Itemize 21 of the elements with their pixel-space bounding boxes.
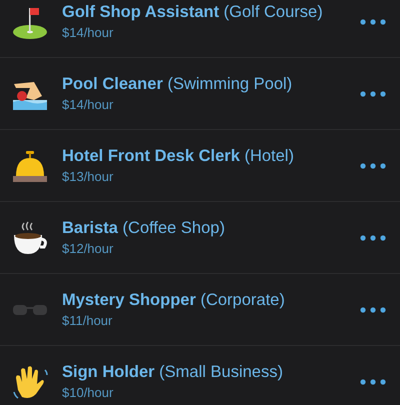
ellipsis-icon [360,162,386,168]
ellipsis-icon [360,18,386,24]
hourly-wage: $10/hour [62,385,114,400]
ellipsis-icon [360,234,386,240]
hourly-wage: $12/hour [62,241,114,256]
sunglasses-icon [12,304,48,316]
job-title: Hotel Front Desk Clerk (Hotel) [62,147,295,166]
job-title: Sign Holder (Small Business) [62,363,284,382]
waving-hand-icon [12,364,48,400]
job-title: Mystery Shopper (Corporate) [62,291,286,310]
ellipsis-icon [360,90,386,96]
ellipsis-icon [360,306,386,312]
job-title: Golf Shop Assistant (Golf Course) [62,3,324,22]
coffee-cup-icon [12,220,48,256]
hourly-wage: $14/hour [62,25,114,40]
hourly-wage: $11/hour [62,313,114,328]
ellipsis-icon [360,378,386,384]
job-title: Barista (Coffee Shop) [62,219,226,238]
hourly-wage: $13/hour [62,169,114,184]
hourly-wage: $14/hour [62,97,114,112]
job-title: Pool Cleaner (Swimming Pool) [62,75,294,94]
